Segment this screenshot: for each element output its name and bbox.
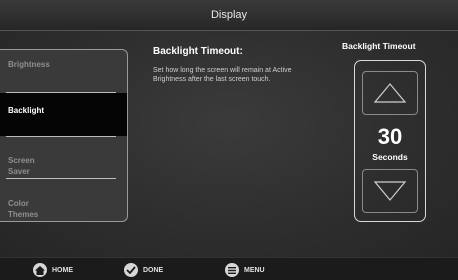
home-icon	[33, 263, 47, 277]
setting-description: Set how long the screen will remain at A…	[153, 67, 292, 83]
menu-button[interactable]: MENU	[225, 262, 265, 278]
checkmark-icon	[124, 263, 138, 277]
increase-button[interactable]	[362, 71, 418, 115]
menu-item-color-themes[interactable]: Color Themes	[0, 187, 127, 220]
menu-item-label: Screen Saver	[8, 156, 35, 176]
menu-label: MENU	[244, 266, 265, 274]
timeout-stepper: 30 Seconds	[354, 60, 426, 222]
arrow-up-icon	[373, 83, 407, 103]
menu-item-backlight[interactable]: Backlight	[0, 93, 127, 136]
menu-item-label: Color Themes	[8, 199, 39, 219]
menu-divider	[6, 136, 116, 137]
setting-title: Backlight Timeout:	[153, 46, 243, 57]
title-bar: Display	[0, 0, 458, 31]
decrease-button[interactable]	[362, 169, 418, 213]
done-label: DONE	[143, 266, 164, 274]
bottom-nav: HOME DONE MENU	[0, 257, 458, 280]
done-button[interactable]: DONE	[124, 262, 163, 278]
page-title: Display	[210, 9, 248, 21]
timeout-unit: Seconds	[372, 152, 408, 162]
settings-menu: Brightness Backlight Screen Saver Color …	[0, 49, 128, 222]
timeout-label: Backlight Timeout	[342, 41, 416, 51]
menu-icon	[225, 263, 239, 277]
arrow-down-icon	[373, 181, 407, 201]
menu-item-screen-saver[interactable]: Screen Saver	[0, 144, 127, 177]
home-button[interactable]: HOME	[33, 262, 73, 278]
home-label: HOME	[52, 266, 73, 274]
menu-item-label: Brightness	[8, 60, 50, 69]
menu-divider	[6, 178, 116, 179]
menu-item-brightness[interactable]: Brightness	[0, 59, 127, 70]
timeout-value: 30	[377, 124, 403, 149]
menu-item-label: Backlight	[8, 106, 45, 115]
